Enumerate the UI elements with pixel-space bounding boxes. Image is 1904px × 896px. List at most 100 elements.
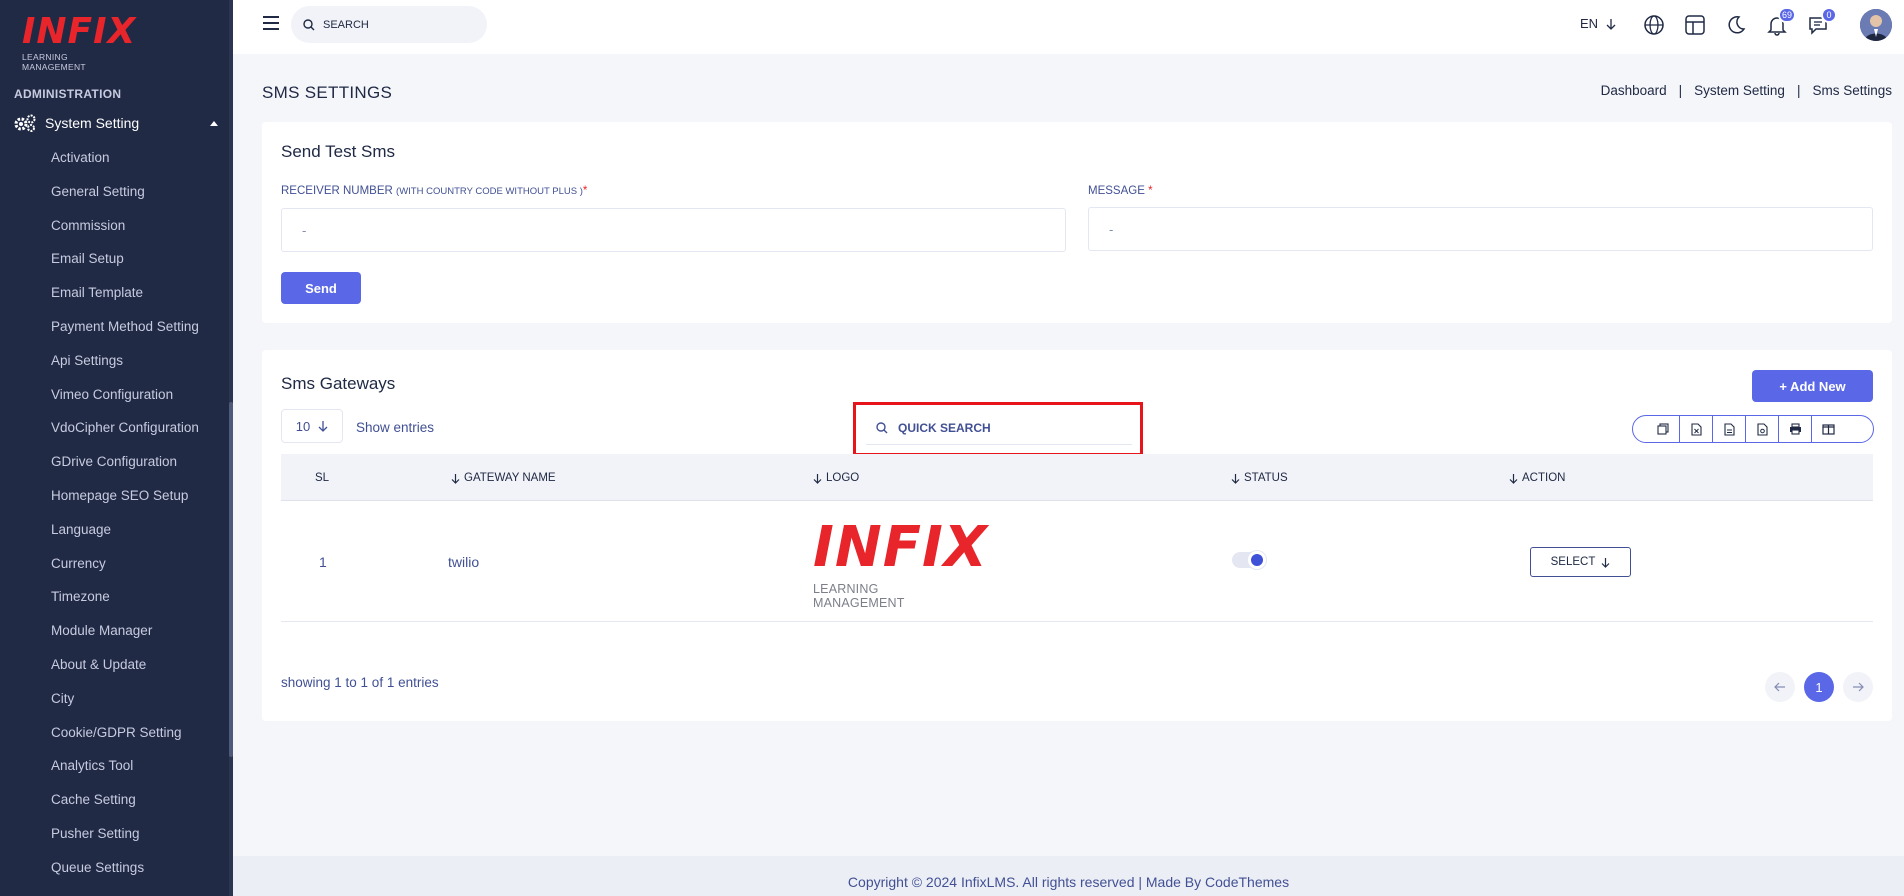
breadcrumb-separator: | <box>1678 83 1683 98</box>
pdf-export-button[interactable] <box>1746 416 1779 442</box>
sort-arrow-icon <box>813 473 822 484</box>
sort-arrow-icon <box>1509 473 1518 484</box>
table-header: SL GATEWAY NAME LOGO STATUS ACTION <box>281 454 1873 501</box>
sidebar-submenu: Activation General Setting Commission Em… <box>51 144 199 888</box>
sidebar-scrollbar-thumb[interactable] <box>229 402 233 757</box>
sidebar-item-cache-setting[interactable]: Cache Setting <box>51 786 199 820</box>
sidebar-item-vimeo-configuration[interactable]: Vimeo Configuration <box>51 381 199 415</box>
printer-icon <box>1789 423 1801 435</box>
language-code: EN <box>1580 16 1599 31</box>
sidebar-item-timezone[interactable]: Timezone <box>51 583 199 617</box>
sidebar-item-queue-settings[interactable]: Queue Settings <box>51 854 199 888</box>
sidebar-item-cookie-gdpr-setting[interactable]: Cookie/GDPR Setting <box>51 719 199 753</box>
pagination-prev-button[interactable] <box>1765 672 1795 702</box>
column-header-action[interactable]: ACTION <box>1509 472 1565 484</box>
pagination-next-button[interactable] <box>1843 672 1873 702</box>
header-search-input[interactable] <box>323 18 473 31</box>
column-header-sl-label: SL <box>315 472 330 484</box>
breadcrumb-system-setting[interactable]: System Setting <box>1694 83 1785 98</box>
layout-icon[interactable] <box>1684 14 1706 36</box>
sidebar-item-analytics-tool[interactable]: Analytics Tool <box>51 752 199 786</box>
action-select-button[interactable]: SELECT <box>1530 547 1631 577</box>
column-header-sl[interactable]: SL <box>315 472 329 484</box>
receiver-number-note: (WITH COUNTRY CODE WITHOUT PLUS ) <box>396 186 583 197</box>
sidebar-item-currency[interactable]: Currency <box>51 550 199 584</box>
status-toggle[interactable] <box>1232 551 1266 569</box>
sidebar-item-commission[interactable]: Commission <box>51 212 199 246</box>
language-selector[interactable]: EN <box>1580 16 1616 31</box>
header-search[interactable] <box>291 6 487 43</box>
sidebar-item-api-settings[interactable]: Api Settings <box>51 347 199 381</box>
messages-button[interactable]: 0 <box>1807 7 1837 36</box>
message-input[interactable]: - <box>1088 207 1873 251</box>
sidebar-item-pusher-setting[interactable]: Pusher Setting <box>51 820 199 854</box>
search-icon <box>303 18 315 30</box>
breadcrumb-separator: | <box>1796 83 1801 98</box>
copy-icon <box>1657 423 1669 435</box>
notifications-button[interactable]: 69 <box>1766 7 1796 36</box>
sidebar-item-activation[interactable]: Activation <box>51 144 199 178</box>
add-new-button[interactable]: + Add New <box>1752 370 1873 402</box>
logo-tagline: LEARNING MANAGEMENT <box>22 52 86 72</box>
sidebar-item-email-template[interactable]: Email Template <box>51 279 199 313</box>
page-title: SMS SETTINGS <box>262 83 393 102</box>
sidebar-item-city[interactable]: City <box>51 685 199 719</box>
breadcrumb-sms-settings[interactable]: Sms Settings <box>1812 83 1892 98</box>
quick-search[interactable] <box>866 411 1132 445</box>
sidebar-section-label: ADMINISTRATION <box>14 87 122 101</box>
gears-icon <box>14 114 36 132</box>
sidebar: INFIX LEARNING MANAGEMENT ADMINISTRATION… <box>0 0 233 896</box>
sidebar-item-vdocipher-configuration[interactable]: VdoCipher Configuration <box>51 414 199 448</box>
excel-export-button[interactable] <box>1680 416 1713 442</box>
print-button[interactable] <box>1779 416 1812 442</box>
quick-search-highlight <box>853 402 1143 456</box>
sidebar-item-gdrive-configuration[interactable]: GDrive Configuration <box>51 448 199 482</box>
breadcrumb: Dashboard | System Setting | Sms Setting… <box>1601 83 1892 98</box>
sidebar-item-general-setting[interactable]: General Setting <box>51 178 199 212</box>
dark-mode-moon-icon[interactable] <box>1725 14 1747 36</box>
logo-wordmark: INFIX <box>22 11 137 52</box>
sidebar-item-language[interactable]: Language <box>51 516 199 550</box>
row-gateway-logo: INFIX LEARNING MANAGEMENT <box>813 515 988 611</box>
row-sl: 1 <box>319 554 327 570</box>
message-value: - <box>1109 221 1114 237</box>
sidebar-item-email-setup[interactable]: Email Setup <box>51 245 199 279</box>
column-header-logo[interactable]: LOGO <box>813 472 859 484</box>
arrow-left-icon <box>1774 682 1785 692</box>
receiver-number-label-text: RECEIVER NUMBER <box>281 185 393 197</box>
top-header: EN 69 0 <box>233 0 1904 54</box>
excel-file-icon <box>1690 422 1702 436</box>
brand-logo[interactable]: INFIX LEARNING MANAGEMENT <box>22 11 137 73</box>
notifications-badge: 69 <box>1777 7 1796 23</box>
pdf-file-icon <box>1756 422 1768 436</box>
quick-search-input[interactable] <box>898 420 1058 435</box>
receiver-number-input[interactable]: - <box>281 208 1066 252</box>
arrow-down-icon <box>318 421 328 432</box>
column-header-gateway-name[interactable]: GATEWAY NAME <box>451 472 556 484</box>
sidebar-scrollbar[interactable] <box>229 0 233 896</box>
entries-per-page-select[interactable]: 10 <box>281 409 343 443</box>
arrow-right-icon <box>1853 682 1864 692</box>
pagination-page-1[interactable]: 1 <box>1804 672 1834 702</box>
sidebar-group-system-setting[interactable]: System Setting <box>13 112 218 134</box>
sidebar-item-payment-method-setting[interactable]: Payment Method Setting <box>51 313 199 347</box>
column-header-logo-label: LOGO <box>826 472 860 484</box>
column-visibility-button[interactable] <box>1812 416 1845 442</box>
copy-button[interactable] <box>1647 416 1680 442</box>
sort-arrow-icon <box>451 473 460 484</box>
csv-export-button[interactable] <box>1713 416 1746 442</box>
breadcrumb-dashboard[interactable]: Dashboard <box>1601 83 1667 98</box>
search-icon <box>876 421 888 433</box>
column-header-status[interactable]: STATUS <box>1231 472 1288 484</box>
sidebar-item-about-update[interactable]: About & Update <box>51 651 199 685</box>
send-button[interactable]: Send <box>281 272 361 304</box>
sidebar-group-label: System Setting <box>45 115 140 131</box>
column-header-status-label: STATUS <box>1244 472 1288 484</box>
user-avatar[interactable] <box>1860 9 1892 41</box>
sidebar-item-module-manager[interactable]: Module Manager <box>51 617 199 651</box>
sidebar-item-homepage-seo-setup[interactable]: Homepage SEO Setup <box>51 482 199 516</box>
user-portrait-icon <box>1860 9 1892 41</box>
hamburger-menu-icon[interactable] <box>263 16 279 30</box>
row-logo-wordmark: INFIX <box>813 515 988 580</box>
globe-icon[interactable] <box>1643 14 1665 36</box>
